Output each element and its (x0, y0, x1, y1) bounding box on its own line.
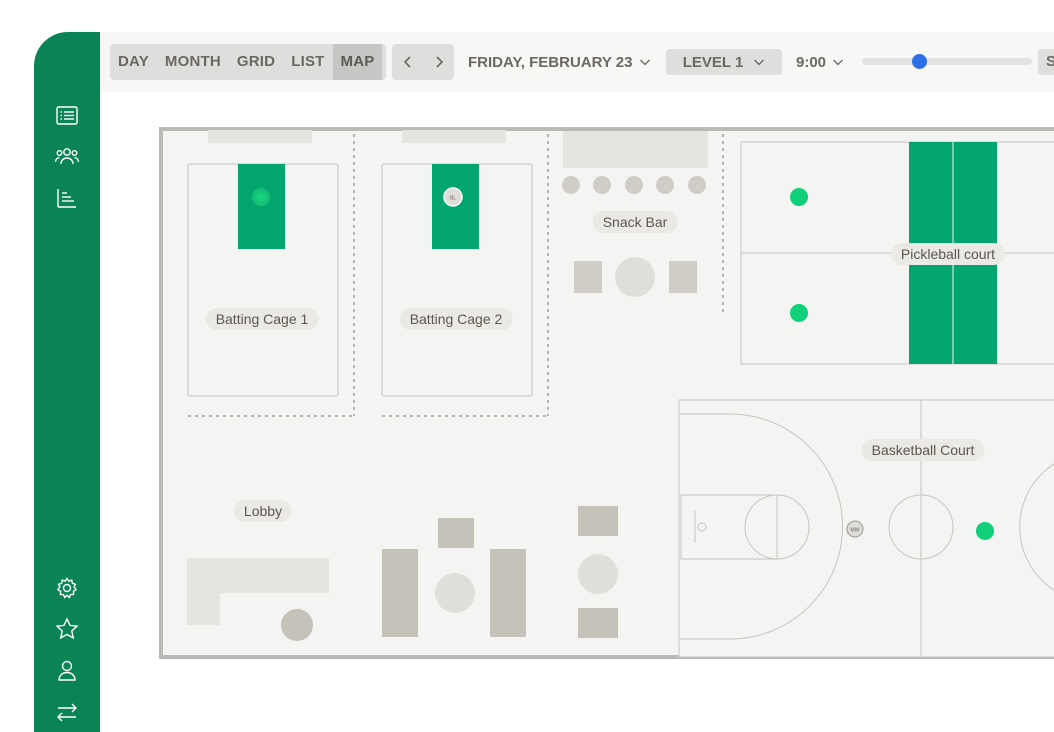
chevron-down-icon (639, 59, 650, 66)
toolbar-clipped-button[interactable]: S (1038, 49, 1054, 75)
view-switcher: DAY MONTH GRID LIST MAP (110, 44, 386, 80)
pickleball-status-dot-2 (790, 304, 808, 322)
basketball-court (678, 399, 1054, 658)
snack-counter (563, 131, 708, 168)
cage2-lane (432, 164, 479, 249)
label-snack-bar[interactable]: Snack Bar (592, 211, 678, 233)
cage1-lane (238, 164, 285, 249)
basketball-avatar-initials: MW (851, 528, 860, 534)
user-icon[interactable] (54, 657, 80, 683)
time-slider-track[interactable] (862, 58, 1032, 65)
label-pickleball-court[interactable]: Pickleball court (890, 243, 1006, 265)
time-dropdown[interactable]: 9:00 (796, 44, 844, 80)
date-navigation (392, 44, 454, 80)
toolbar: DAY MONTH GRID LIST MAP FRIDAY, FEBRUARY… (100, 32, 1054, 92)
snack-seating (572, 257, 699, 297)
cage1-status-dot (256, 192, 266, 202)
next-day-button[interactable] (423, 44, 454, 80)
stool (593, 176, 611, 194)
stool (688, 176, 706, 194)
time-value: 9:00 (796, 53, 827, 71)
view-month-button[interactable]: MONTH (157, 44, 229, 80)
chevron-down-icon (833, 59, 843, 66)
side-table (578, 554, 618, 594)
pickleball-status-dot-1 (790, 188, 808, 206)
level-value: LEVEL 1 (682, 53, 744, 71)
chair (667, 259, 699, 295)
snack-table (615, 257, 655, 297)
armchair (576, 606, 620, 640)
floor-map: BL MW (159, 127, 1054, 659)
armchair (436, 516, 476, 550)
label-batting-cage-2[interactable]: Batting Cage 2 (399, 308, 513, 330)
office-chair (281, 609, 313, 641)
chevron-left-icon (403, 56, 411, 68)
chevron-down-icon (754, 59, 765, 66)
reception-return (187, 593, 220, 625)
list-icon[interactable] (54, 103, 80, 129)
stool (656, 176, 674, 194)
sidebar (34, 32, 100, 732)
star-icon[interactable] (54, 616, 80, 642)
settings-icon[interactable] (54, 575, 80, 601)
cage2-avatar-initials: BL (450, 196, 456, 202)
view-list-button[interactable]: LIST (283, 44, 332, 80)
users-icon[interactable] (54, 143, 80, 169)
cage2-top-rail (402, 130, 506, 143)
label-basketball-court[interactable]: Basketball Court (861, 439, 985, 461)
stool (562, 176, 580, 194)
date-value: FRIDAY, FEBRUARY 23 (468, 53, 633, 71)
bar-chart-icon[interactable] (54, 185, 80, 211)
basketball-status-dot (976, 522, 994, 540)
prev-day-button[interactable] (392, 44, 423, 80)
date-dropdown[interactable]: FRIDAY, FEBRUARY 23 (468, 44, 651, 80)
stool (625, 176, 643, 194)
level-dropdown[interactable]: LEVEL 1 (666, 49, 782, 75)
chevron-right-icon (435, 56, 443, 68)
coffee-table (435, 573, 475, 613)
switch-icon[interactable] (54, 699, 80, 725)
time-slider-handle[interactable] (912, 54, 927, 69)
chair (572, 259, 604, 295)
view-day-button[interactable]: DAY (110, 44, 157, 80)
label-lobby[interactable]: Lobby (233, 500, 293, 522)
view-map-button[interactable]: MAP (332, 44, 383, 80)
view-grid-button[interactable]: GRID (229, 44, 283, 80)
sofa-left (380, 547, 420, 639)
sofa-right (488, 547, 528, 639)
label-batting-cage-1[interactable]: Batting Cage 1 (205, 308, 319, 330)
reception-desk (187, 558, 329, 593)
cage1-top-rail (208, 130, 312, 143)
armchair (576, 504, 620, 538)
